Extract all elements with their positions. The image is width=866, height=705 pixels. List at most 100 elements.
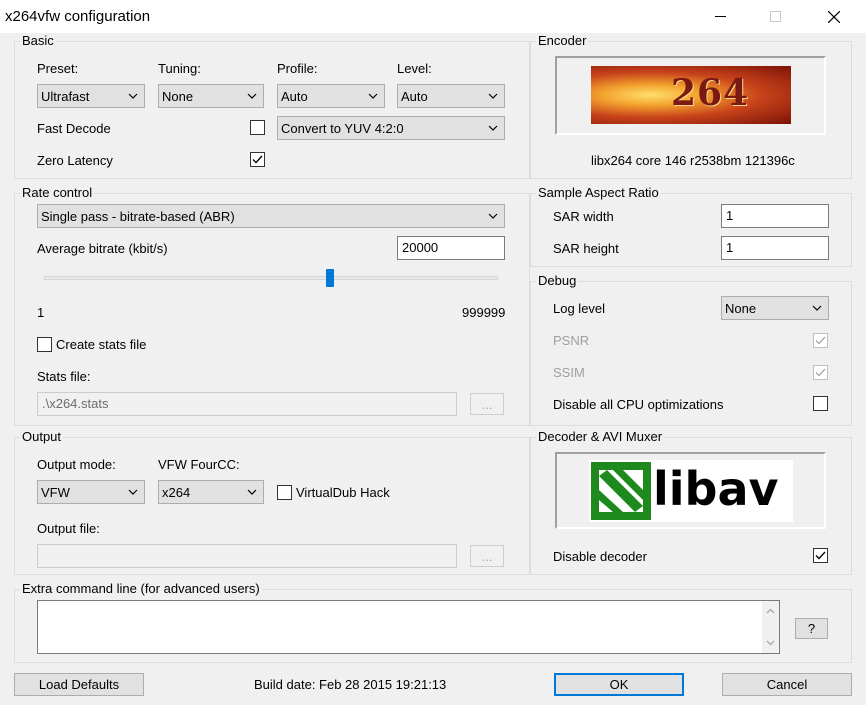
rate-control-mode-select[interactable]: Single pass - bitrate-based (ABR) [37,204,505,228]
fourcc-value: x264 [162,484,191,500]
ssim-checkbox[interactable] [813,365,828,380]
checkmark-icon [815,368,826,377]
disable-cpu-checkbox[interactable] [813,396,828,411]
level-value: Auto [401,88,428,104]
load-defaults-button[interactable]: Load Defaults [14,673,144,696]
profile-label: Profile: [277,61,318,76]
extra-group-label: Extra command line (for advanced users) [20,581,262,596]
ok-button[interactable]: OK [554,673,684,696]
libav-logo-text: libav [653,462,779,516]
bitrate-slider-thumb[interactable] [326,269,335,287]
checkmark-icon [815,551,826,560]
output-mode-select[interactable]: VFW [37,480,145,504]
level-select[interactable]: Auto [397,84,505,108]
psnr-checkbox[interactable] [813,333,828,348]
fourcc-select[interactable]: x264 [158,480,264,504]
close-icon [828,10,840,23]
libav-logo-mark [591,462,651,520]
minimize-icon [714,16,726,17]
bitrate-label: Average bitrate (kbit/s) [37,241,168,256]
slider-min-label: 1 [37,305,45,320]
create-stats-checkbox[interactable] [37,337,52,352]
disable-decoder-checkbox[interactable] [813,548,828,563]
debug-group-label: Debug [536,273,579,288]
rate-control-group-label: Rate control [20,185,95,200]
preset-select[interactable]: Ultrafast [37,84,145,108]
chevron-down-icon [128,93,138,99]
create-stats-label: Create stats file [56,337,147,352]
chevron-down-icon [368,93,378,99]
profile-select[interactable]: Auto [277,84,385,108]
maximize-icon [769,11,781,22]
chevron-down-icon [128,489,138,495]
output-group-label: Output [20,429,64,444]
stats-file-browse-button[interactable]: ... [470,393,504,415]
rate-control-mode-value: Single pass - bitrate-based (ABR) [41,208,235,224]
log-level-label: Log level [553,301,606,316]
x264-logo: 264 [591,66,791,124]
tuning-select[interactable]: None [158,84,264,108]
checkmark-icon [252,155,263,164]
x264-logo-text: 264 [671,72,750,114]
help-button[interactable]: ? [795,618,828,639]
chevron-down-icon [247,93,257,99]
output-mode-label: Output mode: [37,457,116,472]
profile-value: Auto [281,88,308,104]
output-file-browse-button[interactable]: ... [470,545,504,567]
build-date: Build date: Feb 28 2015 19:21:13 [254,677,447,692]
fourcc-label: VFW FourCC: [158,457,240,472]
extra-command-input[interactable] [37,600,780,654]
libav-logo: libav [589,460,793,522]
extra-command-scrollbar[interactable] [762,601,779,653]
maximize-button[interactable] [752,0,798,33]
level-label: Level: [397,61,432,76]
vdub-hack-checkbox[interactable] [277,485,292,500]
encoder-logo-frame: 264 [555,56,826,135]
chevron-down-icon [488,125,498,131]
output-mode-value: VFW [41,484,70,500]
chevron-down-icon [488,213,498,219]
output-file-input[interactable] [37,544,457,568]
log-level-value: None [725,300,757,316]
minimize-button[interactable] [697,0,743,33]
checkmark-icon [815,336,826,345]
chevron-down-icon [488,93,498,99]
slider-max-label: 999999 [462,305,506,320]
sar-width-label: SAR width [553,209,614,224]
sar-group-label: Sample Aspect Ratio [536,185,661,200]
sar-width-input[interactable]: 1 [721,204,829,228]
stats-file-input[interactable]: .\x264.stats [37,392,457,416]
preset-value: Ultrafast [41,88,90,104]
chevron-down-icon [812,305,822,311]
output-file-label: Output file: [37,521,100,536]
close-button[interactable] [811,0,857,33]
encoder-group-label: Encoder [536,33,589,48]
preset-label: Preset: [37,61,79,76]
decoder-logo-frame: libav [555,452,826,529]
encoder-version: libx264 core 146 r2538bm 121396c [591,153,795,168]
bitrate-input[interactable]: 20000 [397,236,505,260]
colorspace-select[interactable]: Convert to YUV 4:2:0 [277,116,505,140]
fast-decode-checkbox[interactable] [250,120,265,135]
zero-latency-checkbox[interactable] [250,152,265,167]
decoder-group-label: Decoder & AVI Muxer [536,429,665,444]
window-title: x264vfw configuration [5,8,151,25]
psnr-label: PSNR [553,333,590,348]
fast-decode-label: Fast Decode [37,121,111,136]
zero-latency-label: Zero Latency [37,153,113,168]
basic-group-label: Basic [20,33,56,48]
colorspace-value: Convert to YUV 4:2:0 [281,120,404,136]
scroll-up-icon[interactable] [766,608,775,614]
scroll-down-icon[interactable] [766,640,775,646]
log-level-select[interactable]: None [721,296,829,320]
sar-height-input[interactable]: 1 [721,236,829,260]
chevron-down-icon [247,489,257,495]
bitrate-slider-track[interactable] [44,276,498,280]
tuning-value: None [162,88,194,104]
stats-file-label: Stats file: [37,369,91,384]
disable-cpu-label: Disable all CPU optimizations [553,397,724,412]
cancel-button[interactable]: Cancel [722,673,852,696]
sar-height-label: SAR height [553,241,619,256]
ssim-label: SSIM [553,365,585,380]
disable-decoder-label: Disable decoder [553,549,647,564]
